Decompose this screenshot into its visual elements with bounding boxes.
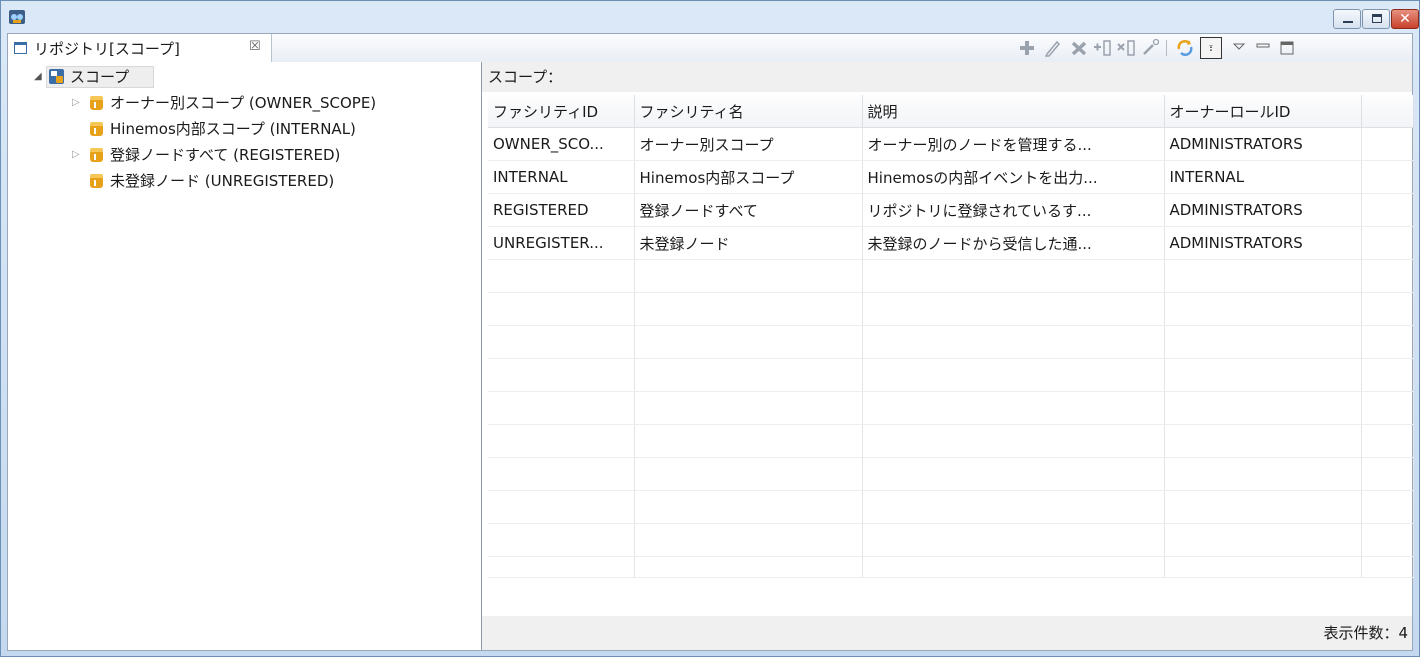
refresh-icon[interactable] [1174,37,1196,59]
tab-repository-scope[interactable]: リポジトリ[スコープ] ☒ [8,34,272,62]
tab-label: リポジトリ[スコープ] [34,40,180,58]
scope-header [482,62,1412,92]
table-cell: ADMINISTRATORS [1164,226,1362,260]
table-cell [1361,160,1414,194]
empty-row [488,556,1414,578]
facility-table[interactable]: ファシリティID ファシリティ名 説明 オーナーロールID OWNER_SCO.… [488,95,1414,578]
empty-row [488,259,1414,293]
folder-scope-icon [90,122,103,136]
add-icon[interactable] [1016,37,1038,59]
table-cell: INTERNAL [488,160,635,194]
table-cell: REGISTERED [488,193,635,227]
scope-path-label: スコープ： [488,68,563,86]
minimize-view-icon[interactable] [1252,37,1274,59]
app-icon [9,10,25,24]
tree-root-label: スコープ [70,68,130,86]
tree-root-row[interactable]: ◢ スコープ [8,64,478,90]
empty-row [488,358,1414,392]
facility-list-panel: スコープ： ファシリティID ファシリティ名 説明 オーナーロールID OWNE… [482,62,1414,650]
row-count-label: 表示件数：4 [1323,624,1408,642]
table-cell: ADMINISTRATORS [1164,127,1362,161]
table-cell: オーナー別のノードを管理する... [862,127,1165,161]
column-header[interactable]: オーナーロールID [1164,95,1362,128]
table-cell: Hinemosの内部イベントを出力... [862,160,1165,194]
view-icon [14,42,27,54]
minimize-icon [1343,21,1353,23]
folder-scope-icon [90,148,103,162]
edit-icon[interactable] [1042,37,1064,59]
view-menu-icon[interactable] [1228,37,1250,59]
wand-icon[interactable] [1140,37,1162,59]
empty-row [488,391,1414,425]
table-cell: ADMINISTRATORS [1164,193,1362,227]
close-icon: ✕ [1399,11,1411,27]
expand-icon[interactable]: ▷ [72,142,80,168]
table-cell: 登録ノードすべて [634,193,863,227]
maximize-button[interactable] [1362,9,1390,29]
table-row[interactable]: OWNER_SCO... オーナー別スコープ オーナー別のノードを管理する...… [488,127,1414,161]
table-cell: Hinemos内部スコープ [634,160,863,194]
maximize-icon [1372,14,1382,23]
tree-item-label: 登録ノードすべて (REGISTERED) [110,146,341,164]
view-container: リポジトリ[スコープ] ☒ ፣ ◢ スコープ ▷ オーナー別スコープ (OWNE… [7,33,1414,651]
table-cell [1361,127,1414,161]
tree-item-label: オーナー別スコープ (OWNER_SCOPE) [110,94,377,112]
scope-root-icon [49,69,64,84]
table-cell: リポジトリに登録されているす... [862,193,1165,227]
expand-icon[interactable]: ▷ [72,90,80,116]
table-cell: 未登録のノードから受信した通... [862,226,1165,260]
table-row[interactable]: INTERNAL Hinemos内部スコープ Hinemosの内部イベントを出力… [488,160,1414,194]
table-row[interactable]: UNREGISTER... 未登録ノード 未登録のノードから受信した通... A… [488,226,1414,260]
table-cell: UNREGISTER... [488,226,635,260]
column-header[interactable]: ファシリティID [488,95,635,128]
tab-close-icon[interactable]: ☒ [249,39,261,54]
empty-row [488,424,1414,458]
minimize-button[interactable] [1333,9,1361,29]
empty-row [488,457,1414,491]
toolbar-separator [1166,40,1167,56]
table-cell: オーナー別スコープ [634,127,863,161]
application-window: ✕ リポジトリ[スコープ] ☒ ፣ ◢ スコープ ▷ オーナー別スコープ (OW… [0,0,1420,657]
column-header[interactable]: 説明 [862,95,1165,128]
collapse-icon[interactable]: ◢ [34,64,42,90]
table-header-row: ファシリティID ファシリティ名 説明 オーナーロールID [488,95,1414,128]
table-cell: 未登録ノード [634,226,863,260]
release-node-icon[interactable] [1116,37,1138,59]
title-bar: ✕ [1,1,1419,33]
empty-row [488,325,1414,359]
close-button[interactable]: ✕ [1391,9,1419,29]
empty-row [488,292,1414,326]
table-cell: INTERNAL [1164,160,1362,194]
folder-scope-icon [90,174,103,188]
tree-view-icon[interactable]: ፣ [1200,37,1222,59]
table-cell: OWNER_SCO... [488,127,635,161]
column-header-filler [1361,95,1414,128]
scope-tree[interactable]: ◢ スコープ ▷ オーナー別スコープ (OWNER_SCOPE) Hinemos… [8,62,482,650]
column-header[interactable]: ファシリティ名 [634,95,863,128]
empty-row [488,490,1414,524]
tree-item-label: 未登録ノード (UNREGISTERED) [110,172,335,190]
view-tab-bar: リポジトリ[スコープ] ☒ ፣ [8,34,1412,63]
table-row[interactable]: REGISTERED 登録ノードすべて リポジトリに登録されているす... AD… [488,193,1414,227]
folder-scope-icon [90,96,103,110]
maximize-view-icon[interactable] [1276,37,1298,59]
status-bar [482,616,1412,650]
assign-node-icon[interactable] [1092,37,1114,59]
table-cell [1361,226,1414,260]
empty-row [488,523,1414,557]
table-cell [1361,193,1414,227]
delete-icon[interactable] [1068,37,1090,59]
tree-item-label: Hinemos内部スコープ (INTERNAL) [110,120,356,138]
